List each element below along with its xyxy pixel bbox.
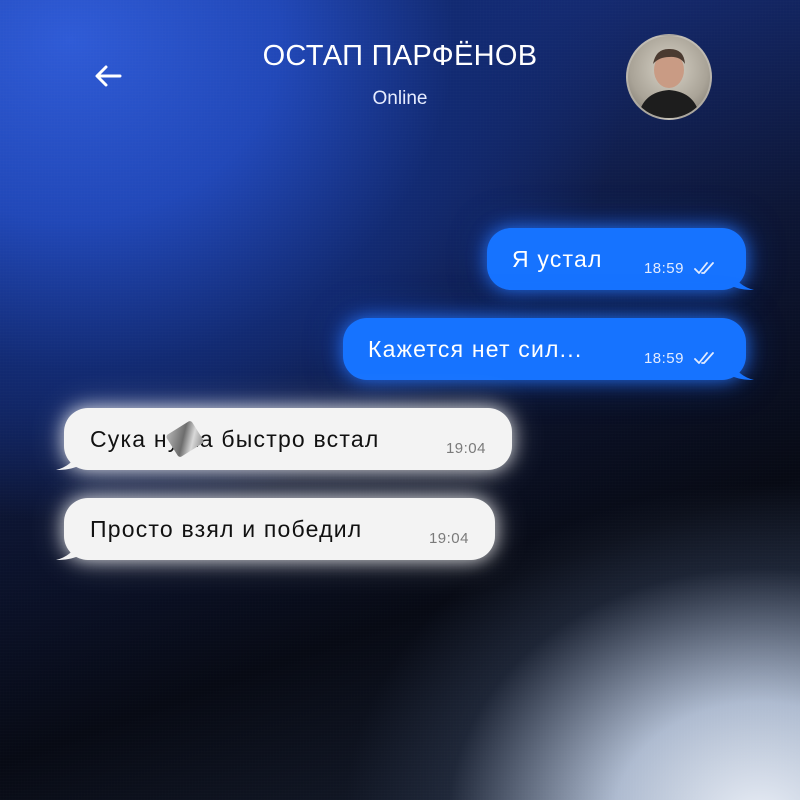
bubble-tail	[732, 272, 754, 290]
message-text: Я устал	[512, 245, 603, 272]
message-time: 18:59	[643, 349, 684, 367]
message-outgoing[interactable]: Я устал 18:59	[487, 228, 754, 290]
message-incoming[interactable]: Сука ну ка быстро встал 19:04	[56, 408, 512, 470]
background-grain	[0, 0, 800, 800]
message-incoming[interactable]: Просто взял и победил 19:04	[56, 498, 495, 560]
contact-avatar[interactable]	[626, 34, 712, 120]
double-check-icon	[694, 352, 716, 364]
message-text: Сука ну ка быстро встал	[90, 425, 380, 452]
message-outgoing[interactable]: Кажется нет сил... 18:59	[343, 318, 754, 380]
avatar-portrait-icon	[638, 48, 700, 118]
message-time: 18:59	[643, 259, 684, 277]
message-time: 19:04	[428, 529, 469, 547]
message-text: Кажется нет сил...	[368, 335, 583, 362]
message-time: 19:04	[445, 439, 486, 457]
bubble-tail	[56, 452, 78, 470]
double-check-icon	[694, 262, 716, 274]
bubble-tail	[732, 362, 754, 380]
bubble-tail	[56, 542, 78, 560]
message-text: Просто взял и победил	[90, 515, 363, 542]
